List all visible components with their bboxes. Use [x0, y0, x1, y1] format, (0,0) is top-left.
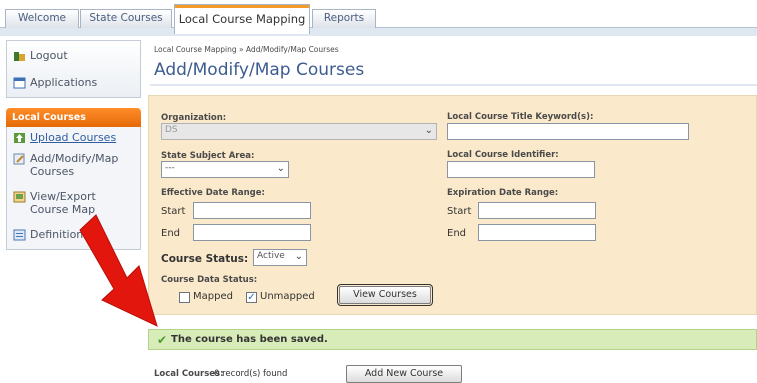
unmapped-label: Unmapped [260, 291, 315, 302]
sidebar-section-local-courses: Local Courses [6, 108, 141, 127]
chevron-down-icon: ⌄ [294, 251, 303, 262]
chevron-down-icon: ⌄ [424, 125, 433, 136]
tab-welcome[interactable]: Welcome [5, 9, 79, 28]
sidebar-item-label: Definitions [30, 228, 89, 241]
identifier-input[interactable] [447, 161, 595, 178]
course-status-value: Active [257, 251, 285, 261]
results-count: 0 record(s) found [214, 369, 288, 379]
add-new-course-button[interactable]: Add New Course [346, 365, 462, 383]
effective-end-label: End [161, 228, 181, 239]
organization-value: DS [165, 125, 178, 135]
course-status-select[interactable]: Active ⌄ [253, 249, 307, 266]
mapped-checkbox[interactable] [179, 292, 190, 303]
subject-select[interactable]: --- ⌄ [161, 161, 289, 178]
sidebar-item-label: Logout [30, 49, 68, 62]
checkmark-icon: ✔ [157, 333, 168, 347]
tab-local-course-mapping[interactable]: Local Course Mapping [174, 4, 310, 34]
expiration-end-label: End [447, 228, 467, 239]
tab-reports[interactable]: Reports [312, 9, 376, 28]
sidebar-item-label: Upload Courses [30, 131, 117, 144]
expiration-end-input[interactable] [478, 224, 596, 241]
sidebar-item-logout[interactable]: Logout [7, 41, 140, 68]
upload-icon [14, 133, 25, 143]
view-export-icon [13, 191, 26, 203]
course-status-label: Course Status: [161, 253, 249, 265]
sidebar-item-upload-courses[interactable]: Upload Courses [7, 127, 140, 148]
effective-date-label: Effective Date Range: [161, 188, 265, 198]
identifier-label: Local Course Identifier: [447, 150, 559, 160]
tab-bar-baseline [0, 27, 757, 36]
expiration-start-input[interactable] [478, 202, 596, 219]
tab-bar: Welcome State Courses Local Course Mappi… [0, 0, 757, 36]
active-tab-indicator [175, 5, 309, 8]
logout-icon [14, 52, 25, 61]
sidebar-item-applications[interactable]: Applications [7, 68, 140, 97]
tab-state-courses[interactable]: State Courses [80, 9, 172, 28]
search-panel: Organization: DS ⌄ Local Course Title Ke… [148, 95, 757, 315]
subject-label: State Subject Area: [161, 151, 255, 161]
expiration-date-label: Expiration Date Range: [447, 188, 559, 198]
page-title: Add/Modify/Map Courses [154, 60, 365, 80]
sidebar-item-label: Applications [30, 76, 98, 89]
definitions-icon [13, 229, 26, 241]
sidebar-top-box: Logout Applications [6, 40, 141, 98]
sidebar-item-label: View/Export Course Map [30, 190, 96, 216]
data-status-label: Course Data Status: [161, 275, 258, 285]
success-message-bar: ✔ The course has been saved. [148, 329, 757, 350]
sidebar-item-label: Add/Modify/Map Courses [30, 152, 119, 178]
chevron-down-icon: ⌄ [276, 163, 285, 174]
keyword-input[interactable] [447, 123, 689, 140]
effective-end-input[interactable] [193, 224, 311, 241]
sidebar-item-add-modify-map[interactable]: Add/Modify/Map Courses [7, 148, 140, 182]
effective-start-label: Start [161, 206, 186, 217]
organization-select: DS ⌄ [161, 123, 437, 140]
edit-doc-icon [13, 153, 25, 165]
tab-local-course-mapping-label: Local Course Mapping [178, 12, 306, 26]
sidebar-item-definitions[interactable]: Definitions [7, 220, 140, 249]
mapped-label: Mapped [193, 291, 233, 302]
effective-start-input[interactable] [193, 202, 311, 219]
expiration-start-label: Start [447, 206, 472, 217]
applications-icon [13, 77, 26, 89]
unmapped-checkbox[interactable]: ✓ [246, 292, 257, 303]
organization-label: Organization: [161, 113, 227, 123]
success-message: The course has been saved. [171, 334, 328, 345]
breadcrumb: Local Course Mapping » Add/Modify/Map Co… [154, 45, 339, 54]
view-courses-button[interactable]: View Courses [337, 284, 433, 306]
sidebar-section-list: Upload Courses Add/Modify/Map Courses Vi… [6, 127, 141, 250]
keyword-label: Local Course Title Keyword(s): [447, 112, 594, 122]
sidebar: Logout Applications Local Courses Upload… [6, 40, 141, 250]
subject-value: --- [165, 163, 175, 173]
sidebar-item-view-export[interactable]: View/Export Course Map [7, 182, 140, 220]
title-divider [150, 84, 757, 86]
